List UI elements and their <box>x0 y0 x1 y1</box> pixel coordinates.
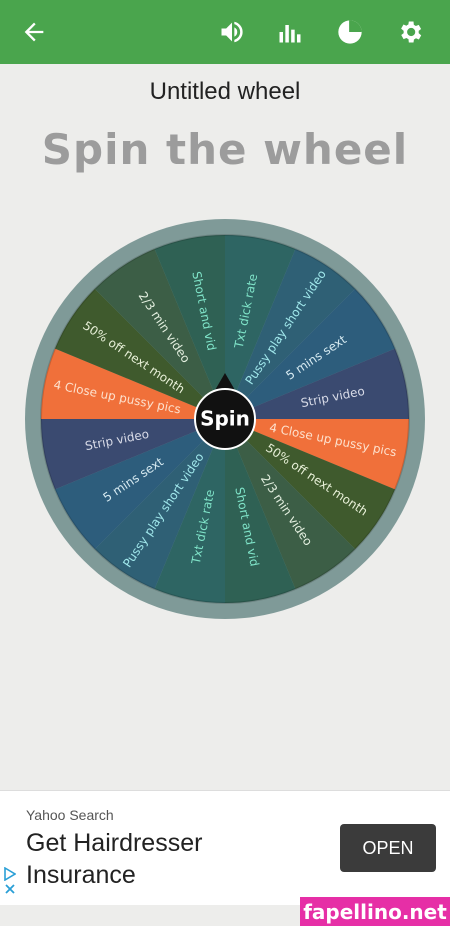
settings-button[interactable] <box>390 12 430 52</box>
ad-source: Yahoo Search <box>26 807 114 823</box>
ad-choices[interactable] <box>3 867 17 895</box>
close-icon <box>5 884 15 894</box>
sound-button[interactable] <box>212 12 252 52</box>
volume-icon <box>221 21 243 43</box>
bar-chart-icon <box>279 25 301 43</box>
pie-button[interactable] <box>330 12 370 52</box>
stats-button[interactable] <box>270 12 310 52</box>
spin-button-label[interactable]: Spin <box>200 407 250 431</box>
watermark: fapellino.net <box>300 897 450 926</box>
back-button[interactable] <box>14 12 54 52</box>
gear-icon <box>401 21 422 43</box>
wheel-graphic: Txt dick ratePussy play short video5 min… <box>25 219 425 619</box>
adchoices-icon <box>4 867 16 881</box>
arrow-left-icon <box>24 22 44 42</box>
ad-banner[interactable]: Yahoo Search Get Hairdresser Insurance O… <box>0 790 450 906</box>
wheel-title[interactable]: Untitled wheel <box>0 78 450 106</box>
ad-open-button[interactable]: OPEN <box>340 824 436 872</box>
spin-wheel[interactable]: Txt dick rate Pussy play short video 5 min… <box>22 216 428 622</box>
spin-heading: Spin the wheel <box>41 125 409 174</box>
pie-chart-icon <box>338 20 362 44</box>
ad-headline[interactable]: Get Hairdresser Insurance <box>26 827 316 891</box>
top-app-bar <box>0 0 450 64</box>
system-nav-bar <box>0 905 300 926</box>
